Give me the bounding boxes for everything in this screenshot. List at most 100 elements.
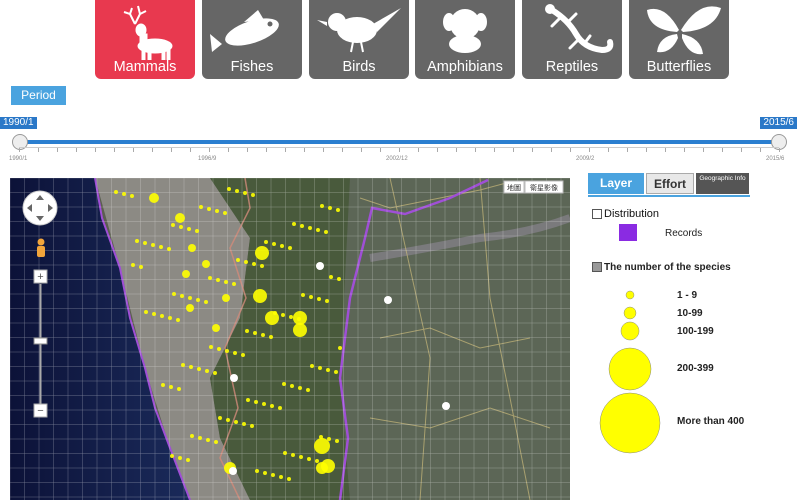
tab-birds[interactable]: Birds [309, 0, 409, 79]
species-marker[interactable] [225, 349, 229, 353]
species-marker[interactable] [306, 388, 310, 392]
species-marker[interactable] [336, 208, 340, 212]
species-marker[interactable] [241, 353, 245, 357]
species-marker[interactable] [253, 289, 267, 303]
species-marker[interactable] [265, 311, 279, 325]
species-marker[interactable] [207, 207, 211, 211]
species-marker[interactable] [292, 222, 296, 226]
species-marker[interactable] [264, 240, 268, 244]
species-marker[interactable] [290, 384, 294, 388]
species-marker[interactable] [161, 383, 165, 387]
species-marker[interactable] [244, 260, 248, 264]
species-marker[interactable] [337, 277, 341, 281]
species-marker[interactable] [278, 406, 282, 410]
species-marker[interactable] [328, 206, 332, 210]
species-marker[interactable] [307, 457, 311, 461]
species-marker[interactable] [315, 459, 319, 463]
species-marker[interactable] [212, 324, 220, 332]
species-marker[interactable] [152, 312, 156, 316]
species-marker[interactable] [182, 270, 190, 278]
species-marker[interactable] [177, 387, 181, 391]
species-marker[interactable] [190, 434, 194, 438]
species-marker[interactable] [261, 333, 265, 337]
species-marker[interactable] [281, 313, 285, 317]
species-marker[interactable] [186, 304, 194, 312]
species-marker[interactable] [222, 294, 230, 302]
species-marker[interactable] [144, 310, 148, 314]
species-marker[interactable] [291, 453, 295, 457]
species-marker[interactable] [316, 228, 320, 232]
tab-geographic-info[interactable]: Geographic Info [696, 173, 749, 194]
species-marker[interactable] [198, 436, 202, 440]
species-marker[interactable] [314, 438, 330, 454]
species-marker[interactable] [334, 370, 338, 374]
species-marker[interactable] [181, 363, 185, 367]
species-marker[interactable] [243, 191, 247, 195]
species-marker[interactable] [260, 264, 264, 268]
species-marker[interactable] [172, 292, 176, 296]
species-marker[interactable] [236, 258, 240, 262]
species-marker[interactable] [178, 456, 182, 460]
species-marker[interactable] [226, 418, 230, 422]
species-marker[interactable] [131, 263, 135, 267]
species-marker[interactable] [170, 454, 174, 458]
species-marker[interactable] [188, 244, 196, 252]
species-marker[interactable] [324, 230, 328, 234]
species-marker[interactable] [254, 400, 258, 404]
species-marker[interactable] [122, 192, 126, 196]
species-marker[interactable] [188, 296, 192, 300]
species-marker[interactable] [335, 439, 339, 443]
species-marker[interactable] [300, 224, 304, 228]
species-marker[interactable] [255, 246, 269, 260]
species-marker[interactable] [262, 402, 266, 406]
species-marker[interactable] [255, 469, 259, 473]
species-marker[interactable] [179, 225, 183, 229]
species-marker[interactable] [216, 278, 220, 282]
species-marker[interactable] [209, 345, 213, 349]
species-checkbox[interactable] [592, 262, 602, 272]
species-marker[interactable] [160, 314, 164, 318]
species-marker[interactable] [217, 347, 221, 351]
species-marker[interactable] [310, 364, 314, 368]
species-marker[interactable] [202, 260, 210, 268]
tab-fishes[interactable]: Fishes [202, 0, 302, 79]
species-marker[interactable] [299, 455, 303, 459]
species-marker[interactable] [269, 335, 273, 339]
species-marker[interactable] [282, 382, 286, 386]
species-marker[interactable] [298, 386, 302, 390]
species-marker[interactable] [309, 295, 313, 299]
pegman-icon[interactable] [37, 238, 45, 258]
species-marker[interactable] [279, 475, 283, 479]
species-marker[interactable] [326, 368, 330, 372]
tab-layer[interactable]: Layer [588, 173, 644, 194]
species-marker[interactable] [287, 477, 291, 481]
species-marker[interactable] [186, 458, 190, 462]
species-marker[interactable] [234, 420, 238, 424]
period-slider-track[interactable] [19, 140, 779, 144]
species-marker[interactable] [208, 276, 212, 280]
species-marker[interactable] [320, 204, 324, 208]
species-marker[interactable] [223, 211, 227, 215]
species-marker[interactable] [205, 369, 209, 373]
species-marker[interactable] [227, 187, 231, 191]
map-view[interactable]: 地圖 衛星影像 + − [10, 178, 570, 500]
species-marker[interactable] [135, 239, 139, 243]
tab-effort[interactable]: Effort [646, 173, 694, 194]
species-marker[interactable] [199, 205, 203, 209]
species-marker[interactable] [272, 242, 276, 246]
species-marker[interactable] [214, 440, 218, 444]
species-marker[interactable] [215, 209, 219, 213]
species-marker[interactable] [316, 462, 328, 474]
species-marker[interactable] [263, 471, 267, 475]
tab-amphibians[interactable]: Amphibians [415, 0, 515, 79]
species-marker[interactable] [196, 298, 200, 302]
species-marker[interactable] [325, 299, 329, 303]
species-marker[interactable] [232, 282, 236, 286]
species-marker[interactable] [242, 422, 246, 426]
species-marker[interactable] [245, 329, 249, 333]
species-marker[interactable] [329, 275, 333, 279]
species-marker[interactable] [246, 398, 250, 402]
species-marker[interactable] [293, 323, 307, 337]
species-marker[interactable] [283, 451, 287, 455]
species-marker[interactable] [139, 265, 143, 269]
